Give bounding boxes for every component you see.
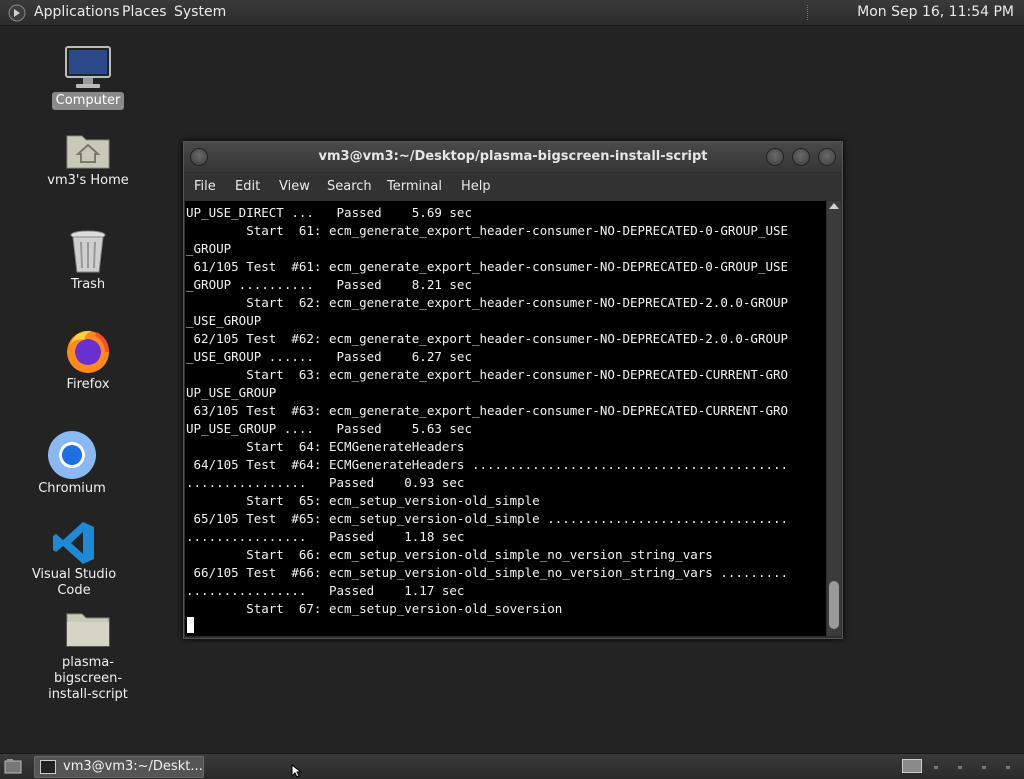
- desktop-icon-chromium[interactable]: Chromium: [12, 430, 132, 498]
- panel-handle: [982, 766, 986, 769]
- desktop-icon-firefox[interactable]: Firefox: [28, 326, 148, 394]
- window-menu-button[interactable]: [190, 148, 208, 166]
- gnome-foot-icon[interactable]: [8, 4, 26, 22]
- minimize-button[interactable]: [766, 148, 784, 166]
- menu-view[interactable]: View: [279, 179, 310, 194]
- panel-handle: [1006, 766, 1010, 769]
- workspace-switcher[interactable]: [902, 759, 922, 773]
- window-titlebar[interactable]: vm3@vm3:~/Desktop/plasma-bigscreen-insta…: [184, 142, 842, 172]
- desktop-icon-plasma-folder[interactable]: plasma-bigscreen- install-script: [28, 608, 148, 704]
- vscode-icon: [53, 522, 94, 564]
- desktop-icon-label: Computer: [51, 92, 125, 110]
- desktop-icon-home[interactable]: vm3's Home: [28, 128, 148, 190]
- desktop-icon-label: plasma-bigscreen- install-script: [28, 654, 148, 704]
- panel-handle: [934, 766, 938, 769]
- close-button[interactable]: [818, 148, 836, 166]
- desktop-icon-label: Visual Studio Code: [31, 567, 117, 598]
- terminal-icon: [40, 760, 56, 774]
- desktop-icon-label: Firefox: [66, 377, 110, 392]
- top-panel: Applications Places System Mon Sep 16, 1…: [0, 0, 1024, 26]
- desktop-icon-label: vm3's Home: [47, 173, 129, 188]
- desktop-icon-trash[interactable]: Trash: [28, 228, 148, 294]
- scroll-thumb[interactable]: [829, 581, 839, 629]
- terminal-menubar: File Edit View Search Terminal Help: [184, 173, 842, 200]
- home-folder-icon: [66, 135, 110, 169]
- menu-file[interactable]: File: [194, 179, 216, 194]
- label-line: install-script: [48, 687, 128, 702]
- bottom-panel: vm3@vm3:~/Deskt...: [0, 753, 1024, 779]
- window-title: vm3@vm3:~/Desktop/plasma-bigscreen-insta…: [318, 149, 708, 164]
- chromium-icon: [48, 431, 96, 479]
- menu-terminal[interactable]: Terminal: [387, 179, 442, 194]
- places-menu[interactable]: Places: [122, 4, 167, 20]
- firefox-icon: [67, 330, 109, 373]
- desktop-icon-label: Chromium: [38, 481, 106, 496]
- trash-icon: [70, 230, 106, 273]
- terminal-text: UP_USE_DIRECT ... Passed 5.69 sec Start …: [186, 205, 789, 616]
- desktop-icon-label: Trash: [70, 277, 106, 292]
- text-cursor: [187, 617, 194, 633]
- show-desktop-icon[interactable]: [4, 758, 22, 774]
- terminal-output[interactable]: UP_USE_DIRECT ... Passed 5.69 sec Start …: [185, 201, 826, 636]
- panel-handle: [958, 766, 962, 769]
- menu-help[interactable]: Help: [461, 179, 491, 194]
- label-line: plasma-bigscreen-: [53, 655, 123, 686]
- folder-icon: [66, 613, 110, 647]
- desktop-icon-vscode[interactable]: Visual Studio Code: [14, 520, 134, 600]
- computer-icon: [65, 46, 111, 88]
- menu-search[interactable]: Search: [327, 179, 372, 194]
- desktop-icon-computer[interactable]: Computer: [28, 44, 148, 110]
- scrollbar[interactable]: [827, 201, 841, 636]
- panel-separator: [807, 5, 810, 20]
- menu-edit[interactable]: Edit: [235, 179, 260, 194]
- applications-menu[interactable]: Applications: [34, 4, 120, 20]
- system-menu[interactable]: System: [174, 4, 226, 20]
- taskbar-item-label: vm3@vm3:~/Deskt...: [63, 759, 203, 774]
- terminal-window[interactable]: vm3@vm3:~/Desktop/plasma-bigscreen-insta…: [183, 141, 843, 639]
- mouse-pointer-icon: [291, 764, 303, 778]
- scroll-up-arrow-icon[interactable]: [829, 203, 839, 209]
- maximize-button[interactable]: [792, 148, 810, 166]
- taskbar-item-terminal[interactable]: vm3@vm3:~/Deskt...: [34, 756, 204, 778]
- clock[interactable]: Mon Sep 16, 11:54 PM: [857, 4, 1014, 20]
